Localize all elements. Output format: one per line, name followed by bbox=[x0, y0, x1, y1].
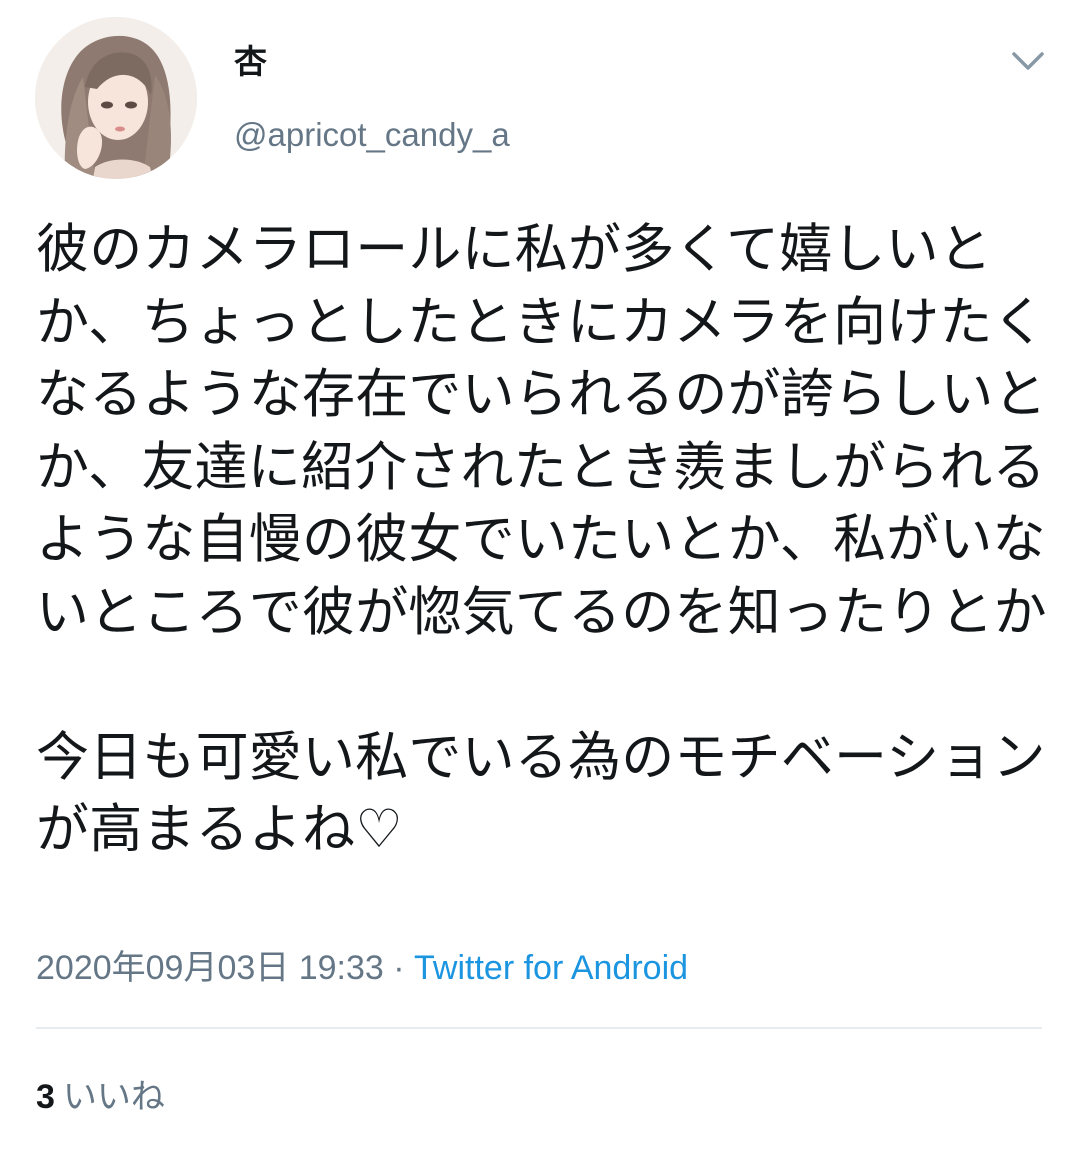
chevron-down-icon[interactable] bbox=[1010, 46, 1046, 74]
likes-label: いいね bbox=[62, 1077, 165, 1117]
avatar-illustration bbox=[35, 17, 197, 179]
likes-count: 3 bbox=[36, 1078, 55, 1116]
user-avatar[interactable] bbox=[35, 17, 197, 179]
display-name[interactable]: 杏 bbox=[234, 40, 267, 84]
meta-separator: · bbox=[383, 949, 415, 987]
tweet-source-link[interactable]: Twitter for Android bbox=[414, 949, 688, 987]
tweet-text: 彼のカメラロールに私が多くて嬉しいとか、ちょっとしたときにカメラを向けたくなるよ… bbox=[36, 219, 1047, 860]
tweet-meta: 2020年09月03日 19:33 · Twitter for Android bbox=[36, 944, 688, 992]
user-handle[interactable]: @apricot_candy_a bbox=[234, 113, 510, 157]
likes-stat[interactable]: 3 いいね bbox=[36, 1073, 165, 1121]
tweet-timestamp[interactable]: 2020年09月03日 19:33 bbox=[36, 949, 384, 987]
divider bbox=[36, 1027, 1042, 1029]
tweet-detail: 杏 @apricot_candy_a 彼のカメラロールに私が多くて嬉しいとか、ち… bbox=[0, 0, 1078, 1153]
